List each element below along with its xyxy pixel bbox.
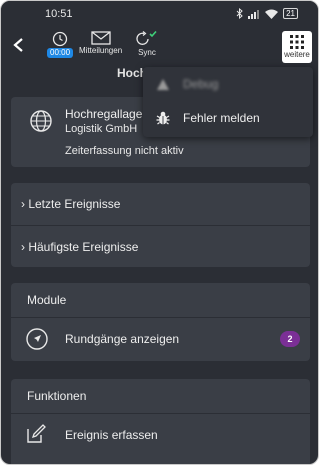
back-arrow-icon[interactable] xyxy=(11,37,25,53)
messages-button[interactable]: Mitteilungen xyxy=(79,31,122,55)
menu-item-debug[interactable]: Debug xyxy=(143,67,313,101)
report-error-label: Fehler melden xyxy=(183,111,260,125)
record-event-label: Ereignis erfassen xyxy=(65,428,158,442)
functions-card: Funktionen Ereignis erfassen xyxy=(11,379,310,464)
status-time: 10:51 xyxy=(45,8,73,20)
events-card: › Letzte Ereignisse › Häufigste Ereignis… xyxy=(11,183,310,267)
sync-icon xyxy=(136,31,157,45)
wifi-icon xyxy=(265,9,279,19)
debug-label: Debug xyxy=(183,77,219,91)
modules-card: Module Rundgänge anzeigen 2 xyxy=(11,283,310,361)
messages-label: Mitteilungen xyxy=(79,46,123,55)
tours-count-badge: 2 xyxy=(280,331,300,347)
signal-icon xyxy=(248,9,260,19)
status-bar: 10:51 21 xyxy=(1,1,318,25)
sync-button[interactable]: Sync xyxy=(136,31,158,57)
modules-title: Module xyxy=(27,293,67,307)
tours-label: Rundgänge anzeigen xyxy=(65,332,180,346)
sync-label: Sync xyxy=(138,48,156,57)
menu-item-report-error[interactable]: Fehler melden xyxy=(143,101,313,135)
list-item-recent-events[interactable]: › Letzte Ereignisse xyxy=(11,183,310,225)
bluetooth-icon xyxy=(236,8,243,19)
more-label: weitere xyxy=(284,50,310,59)
grid-menu-icon xyxy=(290,35,304,49)
overflow-menu: Debug Fehler melden xyxy=(143,67,313,137)
functions-header: Funktionen xyxy=(11,379,310,413)
modules-header: Module xyxy=(11,283,310,317)
navigation-arrow-icon xyxy=(26,328,48,350)
company-name-line2: Logistik GmbH xyxy=(65,123,138,135)
debug-icon xyxy=(157,79,169,90)
recent-events-label: › Letzte Ereignisse xyxy=(21,197,121,211)
edit-icon xyxy=(27,424,46,443)
timer-value: 00:00 xyxy=(47,48,74,58)
function-item-record-event[interactable]: Ereignis erfassen xyxy=(11,414,310,457)
more-button[interactable]: weitere xyxy=(282,31,312,63)
bug-icon xyxy=(156,111,170,125)
time-tracking-status: Zeiterfassung nicht aktiv xyxy=(65,145,184,157)
list-item-frequent-events[interactable]: › Häufigste Ereignisse xyxy=(11,226,310,268)
battery-indicator: 21 xyxy=(283,8,298,19)
envelope-icon xyxy=(90,31,111,45)
timer-button[interactable]: 00:00 xyxy=(47,31,74,58)
company-name: Hochregallage xyxy=(65,107,143,121)
status-icons: 21 xyxy=(236,8,298,19)
frequent-events-label: › Häufigste Ereignisse xyxy=(21,240,139,254)
module-item-tours[interactable]: Rundgänge anzeigen 2 xyxy=(11,318,310,361)
app-screen: 10:51 21 00:00 Mitteilungen Sync Hoch Ho… xyxy=(0,0,319,465)
functions-title: Funktionen xyxy=(27,389,87,403)
globe-icon xyxy=(30,110,52,132)
clock-icon xyxy=(52,31,68,47)
